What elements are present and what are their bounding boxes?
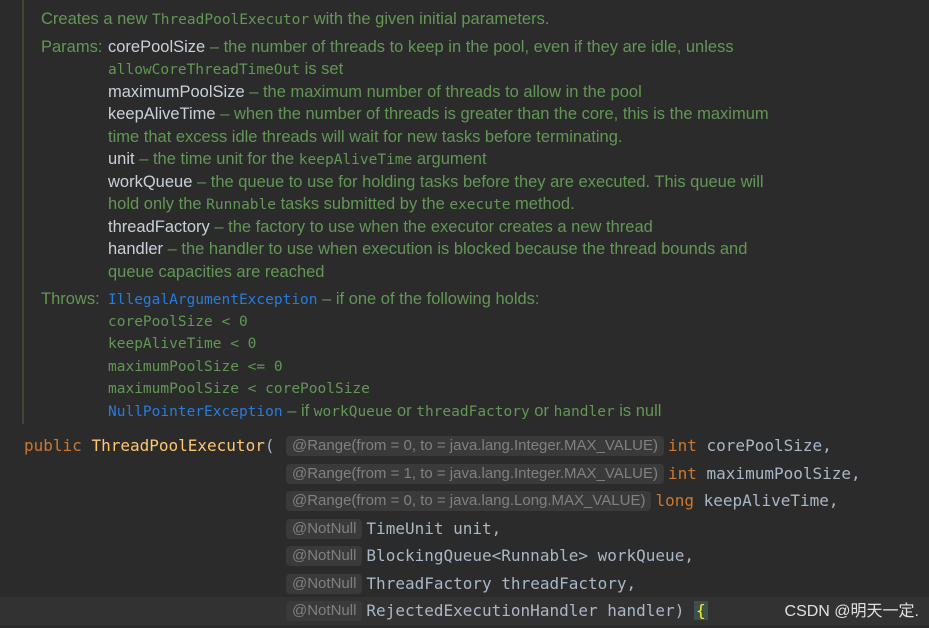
illegal-argument-exception-link[interactable]: IllegalArgumentException [108,292,318,308]
code-line[interactable]: public ThreadPoolExecutor( @Range(from =… [0,432,929,460]
inlay-annotation-hint[interactable]: @Range(from = 1, to = java.lang.Integer.… [286,463,664,484]
code-line[interactable]: @NotNull ThreadFactory threadFactory, [0,570,929,598]
inlay-annotation-hint[interactable]: @Range(from = 0, to = java.lang.Long.MAX… [286,491,652,511]
param-keepAliveTime-cont: time that excess idle threads will wait … [108,128,623,146]
inlay-annotation-hint[interactable]: @Range(from = 0, to = java.lang.Integer.… [286,436,664,456]
param-keepAliveTime: keepAliveTime – when the number of threa… [108,105,769,123]
param-workQueue-cont: hold only the Runnable tasks submitted b… [108,195,575,213]
throws-condition: keepAliveTime < 0 [108,336,257,352]
code-line[interactable]: @NotNull TimeUnit unit, [0,515,929,543]
keyword-public: public [24,436,82,455]
summary-text: Creates a new [41,10,152,28]
summary-code: ThreadPoolExecutor [151,12,310,28]
null-pointer-exception-link[interactable]: NullPointerException [108,404,283,420]
javadoc-popup: Creates a new ThreadPoolExecutor with th… [0,0,929,426]
inlay-annotation-hint[interactable]: @NotNull [286,573,363,594]
params-label: Params: [41,38,103,56]
summary-text-end: with the given initial parameters. [309,10,550,28]
watermark: CSDN @明天一定. [784,603,919,620]
code-line[interactable]: @Range(from = 0, to = java.lang.Long.MAX… [0,487,929,515]
param-handler: handler – the handler to use when execut… [108,240,748,258]
throws-null-pointer: NullPointerException – if workQueue or t… [108,402,662,420]
throws-condition: corePoolSize < 0 [108,314,248,330]
param-workQueue: workQueue – the queue to use for holding… [108,173,764,191]
inlay-annotation-hint[interactable]: @NotNull [286,546,363,566]
constructor-name[interactable]: ThreadPoolExecutor [91,436,264,455]
code-line[interactable]: @Range(from = 1, to = java.lang.Integer.… [0,460,929,488]
param-corePoolSize: corePoolSize – the number of threads to … [108,38,734,56]
doc-summary: Creates a new ThreadPoolExecutor with th… [41,8,549,31]
param-unit: unit – the time unit for the keepAliveTi… [108,150,487,168]
throws-condition: maximumPoolSize < corePoolSize [108,381,370,397]
param-handler-cont: queue capacities are reached [108,263,325,281]
doc-gutter-bar [22,0,24,424]
throws-label: Throws: [41,290,100,308]
matched-brace: { [693,601,708,620]
param-maximumPoolSize: maximumPoolSize – the maximum number of … [108,83,642,101]
throws-illegal-argument: IllegalArgumentException – if one of the… [108,290,540,308]
inlay-annotation-hint[interactable]: @NotNull [286,518,363,539]
code-line[interactable]: @NotNull BlockingQueue<Runnable> workQueu… [0,542,929,570]
param-threadFactory: threadFactory – the factory to use when … [108,218,653,236]
inlay-annotation-hint[interactable]: @NotNull [286,601,363,621]
param-corePoolSize-cont: allowCoreThreadTimeOut is set [108,60,344,78]
throws-condition: maximumPoolSize <= 0 [108,359,283,375]
